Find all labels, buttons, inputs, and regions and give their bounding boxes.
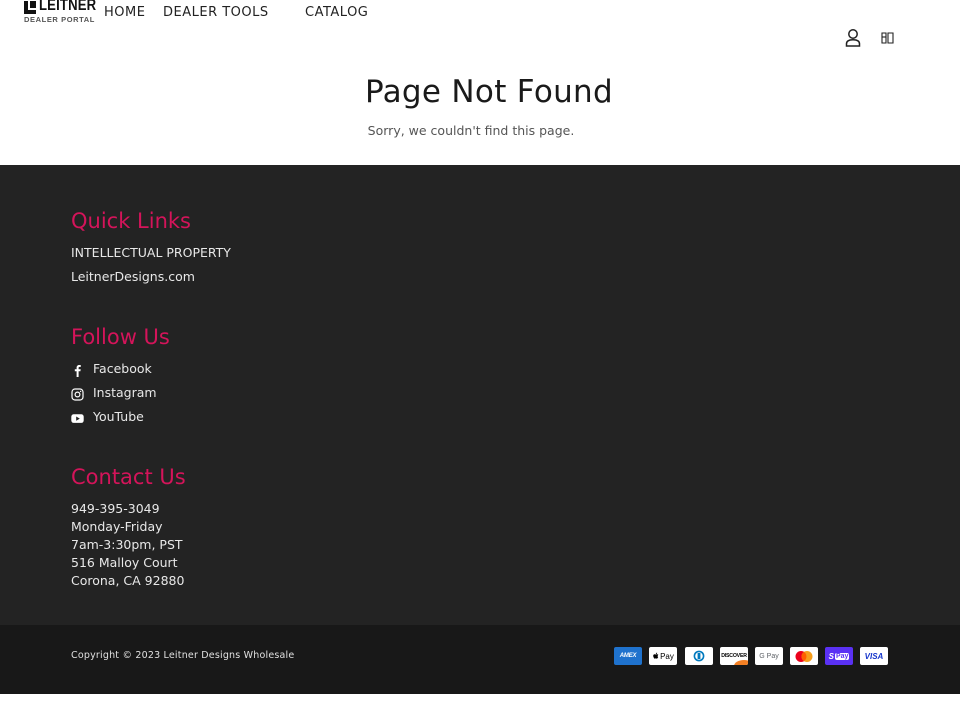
page-subtitle: Sorry, we couldn't find this page.: [367, 123, 575, 138]
amex-icon: AMEX: [614, 647, 642, 665]
leitner-logo[interactable]: LEITNER DEALER PORTAL: [24, 0, 100, 26]
youtube-icon: [71, 410, 84, 423]
nav-home[interactable]: HOME: [104, 5, 145, 20]
copyright-text: Copyright © 2023 Leitner Designs Wholesa…: [71, 650, 295, 661]
logo-wordmark: LEITNER: [39, 0, 97, 14]
contact-hours: 7am-3:30pm, PST: [71, 537, 183, 552]
instagram-icon: [71, 386, 84, 401]
link-leitner-designs[interactable]: LeitnerDesigns.com: [71, 269, 195, 284]
site-header: LEITNER DEALER PORTAL HOME DEALER TOOLS …: [0, 0, 960, 60]
apple-pay-icon: Pay: [649, 647, 677, 665]
discover-icon: DISCOVER: [720, 647, 748, 665]
facebook-icon: [71, 362, 84, 377]
mastercard-icon: [790, 647, 818, 665]
quick-links-heading: Quick Links: [71, 209, 192, 233]
visa-text: VISA: [864, 651, 884, 661]
contact-city: Corona, CA 92880: [71, 573, 185, 588]
apple-pay-text: Pay: [660, 651, 674, 661]
visa-icon: VISA: [860, 647, 888, 665]
link-intellectual-property[interactable]: INTELLECTUAL PROPERTY: [71, 245, 231, 260]
footer-bottom-bar: Copyright © 2023 Leitner Designs Wholesa…: [0, 625, 960, 694]
google-pay-text: G Pay: [759, 652, 779, 660]
contact-street: 516 Malloy Court: [71, 555, 178, 570]
instagram-label: Instagram: [93, 385, 157, 400]
not-found-section: Page Not Found Sorry, we couldn't find t…: [0, 60, 960, 165]
nav-dealer-tools[interactable]: DEALER TOOLS: [163, 5, 269, 20]
shop-pay-icon: S Pay: [825, 647, 853, 665]
shop-pay-text: Pay: [834, 652, 850, 660]
site-footer: Quick Links INTELLECTUAL PROPERTY Leitne…: [0, 165, 960, 625]
facebook-label: Facebook: [93, 361, 152, 376]
contact-phone: 949-395-3049: [71, 501, 160, 516]
contact-days: Monday-Friday: [71, 519, 163, 534]
logo-subtitle: DEALER PORTAL: [24, 15, 95, 24]
logo-mark-icon: [24, 1, 36, 14]
shop-pay-s: S: [828, 651, 834, 661]
discover-text: DISCOVER: [721, 653, 747, 659]
diners-club-icon: [685, 647, 713, 665]
amex-text: AMEX: [619, 653, 637, 659]
cart-icon[interactable]: [879, 28, 897, 48]
youtube-label: YouTube: [93, 409, 144, 424]
follow-us-heading: Follow Us: [71, 325, 170, 349]
account-icon[interactable]: [844, 28, 862, 48]
nav-catalog[interactable]: CATALOG: [305, 5, 368, 20]
contact-us-heading: Contact Us: [71, 465, 186, 489]
page-title: Page Not Found: [365, 74, 613, 110]
google-pay-icon: G Pay: [755, 647, 783, 665]
